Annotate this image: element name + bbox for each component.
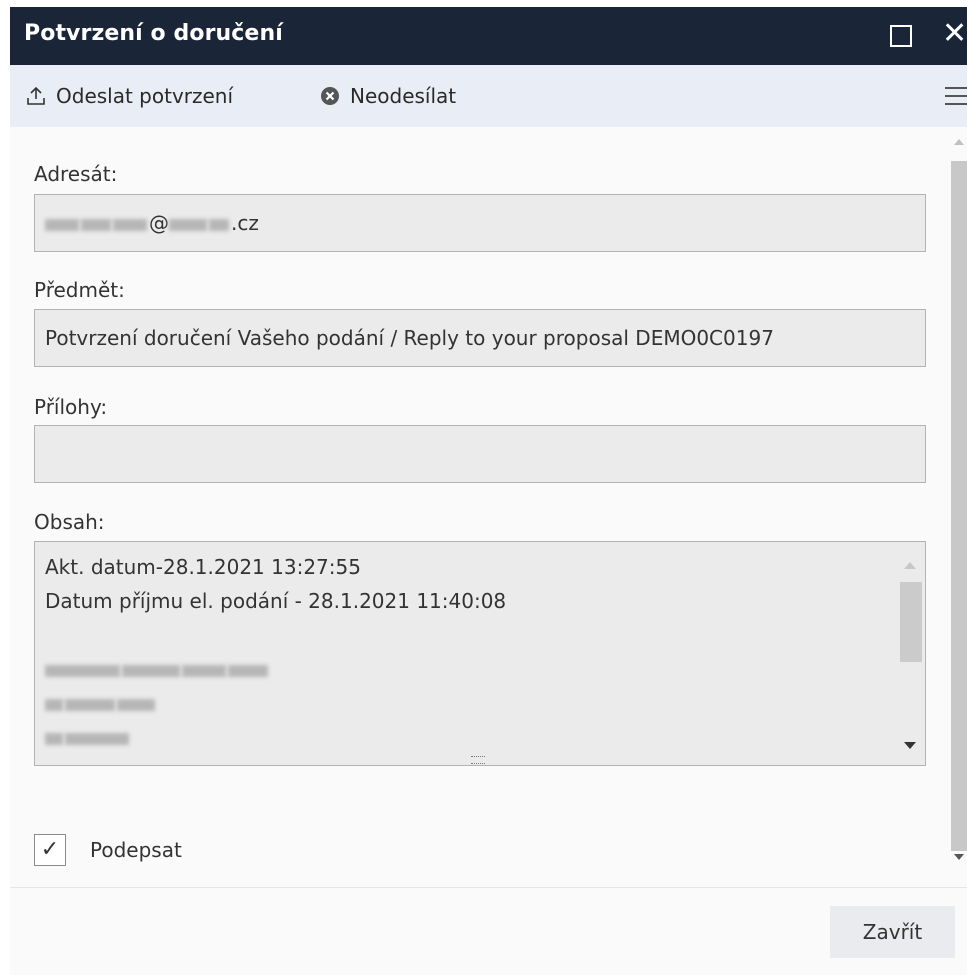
upload-icon: [27, 86, 45, 105]
scroll-thumb[interactable]: [900, 582, 922, 662]
maximize-icon[interactable]: [890, 25, 912, 47]
close-button[interactable]: Zavřít: [830, 906, 955, 958]
do-not-send-button[interactable]: Neodesílat: [320, 65, 456, 127]
redacted-line: [45, 720, 506, 754]
sign-checkbox[interactable]: ✓: [34, 834, 66, 866]
redacted-text: [113, 218, 147, 231]
redacted-text: [169, 218, 207, 231]
redacted-line: [45, 686, 506, 720]
recipient-field[interactable]: @ .cz: [34, 194, 926, 252]
scroll-up-arrow-icon[interactable]: [954, 139, 964, 145]
scroll-down-arrow-icon[interactable]: [904, 742, 916, 749]
send-confirmation-label: Odeslat potvrzení: [56, 84, 234, 108]
attachments-field[interactable]: [34, 425, 926, 483]
scroll-up-arrow-icon[interactable]: [904, 562, 916, 569]
redacted-line: [45, 652, 506, 686]
redacted-text: [81, 218, 111, 231]
form-content: Adresát: @ .cz Předmět: Potvrzení doručen…: [10, 127, 950, 887]
window-title: Potvrzení o doručení: [24, 21, 283, 46]
content-line: Datum příjmu el. podání - 28.1.2021 11:4…: [45, 589, 507, 613]
title-bar: Potvrzení o doručení ✕: [10, 7, 967, 65]
redacted-text: [209, 218, 229, 231]
content-textarea[interactable]: Akt. datum-28.1.2021 13:27:55 Datum příj…: [34, 541, 926, 766]
scroll-thumb[interactable]: [951, 161, 967, 851]
content-label: Obsah:: [34, 510, 105, 534]
subject-label: Předmět:: [34, 278, 125, 302]
recipient-domain-end: .cz: [231, 211, 259, 235]
dialog-scrollbar[interactable]: [950, 127, 967, 887]
recipient-label: Adresát:: [34, 162, 118, 186]
attachments-label: Přílohy:: [34, 395, 108, 419]
scroll-down-arrow-icon[interactable]: [954, 854, 964, 860]
close-icon[interactable]: ✕: [942, 15, 967, 53]
send-confirmation-button[interactable]: Odeslat potvrzení: [26, 65, 233, 127]
resize-grip-icon[interactable]: [471, 756, 485, 764]
do-not-send-label: Neodesílat: [350, 84, 457, 108]
recipient-at: @: [149, 211, 169, 235]
content-line: Akt. datum-28.1.2021 13:27:55: [45, 555, 361, 579]
cancel-circle-icon: [321, 87, 339, 105]
sign-label: Podepsat: [90, 838, 182, 862]
dialog-footer: Zavřít: [10, 887, 967, 975]
content-scrollbar[interactable]: [897, 548, 922, 761]
subject-field[interactable]: Potvrzení doručení Vašeho podání / Reply…: [34, 309, 926, 367]
content-text: Akt. datum-28.1.2021 13:27:55 Datum příj…: [45, 550, 506, 754]
toolbar: Odeslat potvrzení Neodesílat: [10, 65, 967, 127]
menu-icon[interactable]: [945, 87, 967, 105]
redacted-text: [45, 218, 79, 231]
